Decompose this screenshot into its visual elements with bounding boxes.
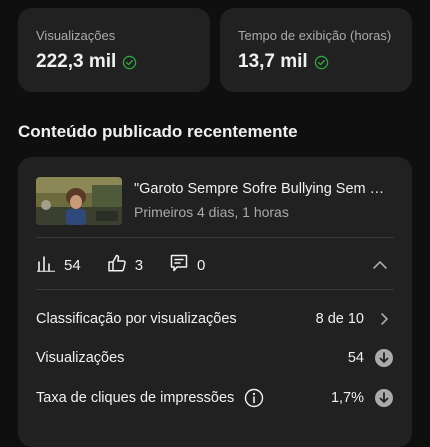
views-row[interactable]: Visualizações 54 [36, 345, 394, 371]
row-value: 8 de 10 [315, 311, 364, 327]
row-label: Visualizações [36, 350, 125, 366]
video-thumbnail[interactable] [36, 177, 122, 225]
row-label: Taxa de cliques de impressões [36, 390, 235, 406]
video-subtitle: Primeiros 4 dias, 1 horas [134, 204, 289, 220]
section-title: Conteúdo publicado recentemente [18, 122, 298, 141]
views-metric: 54 [36, 254, 81, 277]
comments-metric: 0 [169, 253, 205, 278]
stat-label: Tempo de exibição (horas) [238, 28, 392, 43]
ranking-row[interactable]: Classificação por visualizações 8 de 10 [36, 306, 394, 332]
stat-value: 13,7 mil [238, 51, 308, 72]
divider [36, 289, 394, 290]
arrow-down-circle-icon [374, 388, 394, 408]
thumbs-up-icon [107, 253, 127, 278]
row-value: 54 [347, 350, 364, 366]
likes-count: 3 [134, 256, 144, 274]
video-title[interactable]: "Garoto Sempre Sofre Bullying Sem Motivo… [134, 181, 394, 197]
stat-card-watch-time[interactable]: Tempo de exibição (horas) 13,7 mil [220, 8, 412, 92]
metrics-row: 54 3 0 [36, 251, 394, 279]
comments-count: 0 [197, 256, 206, 274]
row-label: Classificação por visualizações [36, 311, 237, 327]
stat-value: 222,3 mil [36, 51, 117, 72]
stat-card-views[interactable]: Visualizações 222,3 mil [18, 8, 210, 92]
bar-chart-icon [36, 254, 56, 277]
info-icon[interactable] [244, 388, 264, 408]
arrow-down-circle-icon [374, 348, 394, 368]
ctr-row[interactable]: Taxa de cliques de impressões 1,7% [36, 385, 394, 411]
check-circle-icon [314, 55, 329, 70]
chevron-up-icon[interactable] [370, 255, 390, 275]
comment-icon [169, 253, 189, 278]
recent-content-card: "Garoto Sempre Sofre Bullying Sem Motivo… [18, 157, 412, 447]
chevron-right-icon[interactable] [374, 309, 394, 329]
likes-metric: 3 [107, 253, 143, 278]
video-item[interactable]: "Garoto Sempre Sofre Bullying Sem Motivo… [36, 177, 394, 225]
row-value: 1,7% [330, 390, 364, 406]
stat-label: Visualizações [36, 28, 116, 43]
divider [36, 237, 394, 238]
views-count: 54 [64, 256, 81, 274]
check-circle-icon [122, 55, 137, 70]
